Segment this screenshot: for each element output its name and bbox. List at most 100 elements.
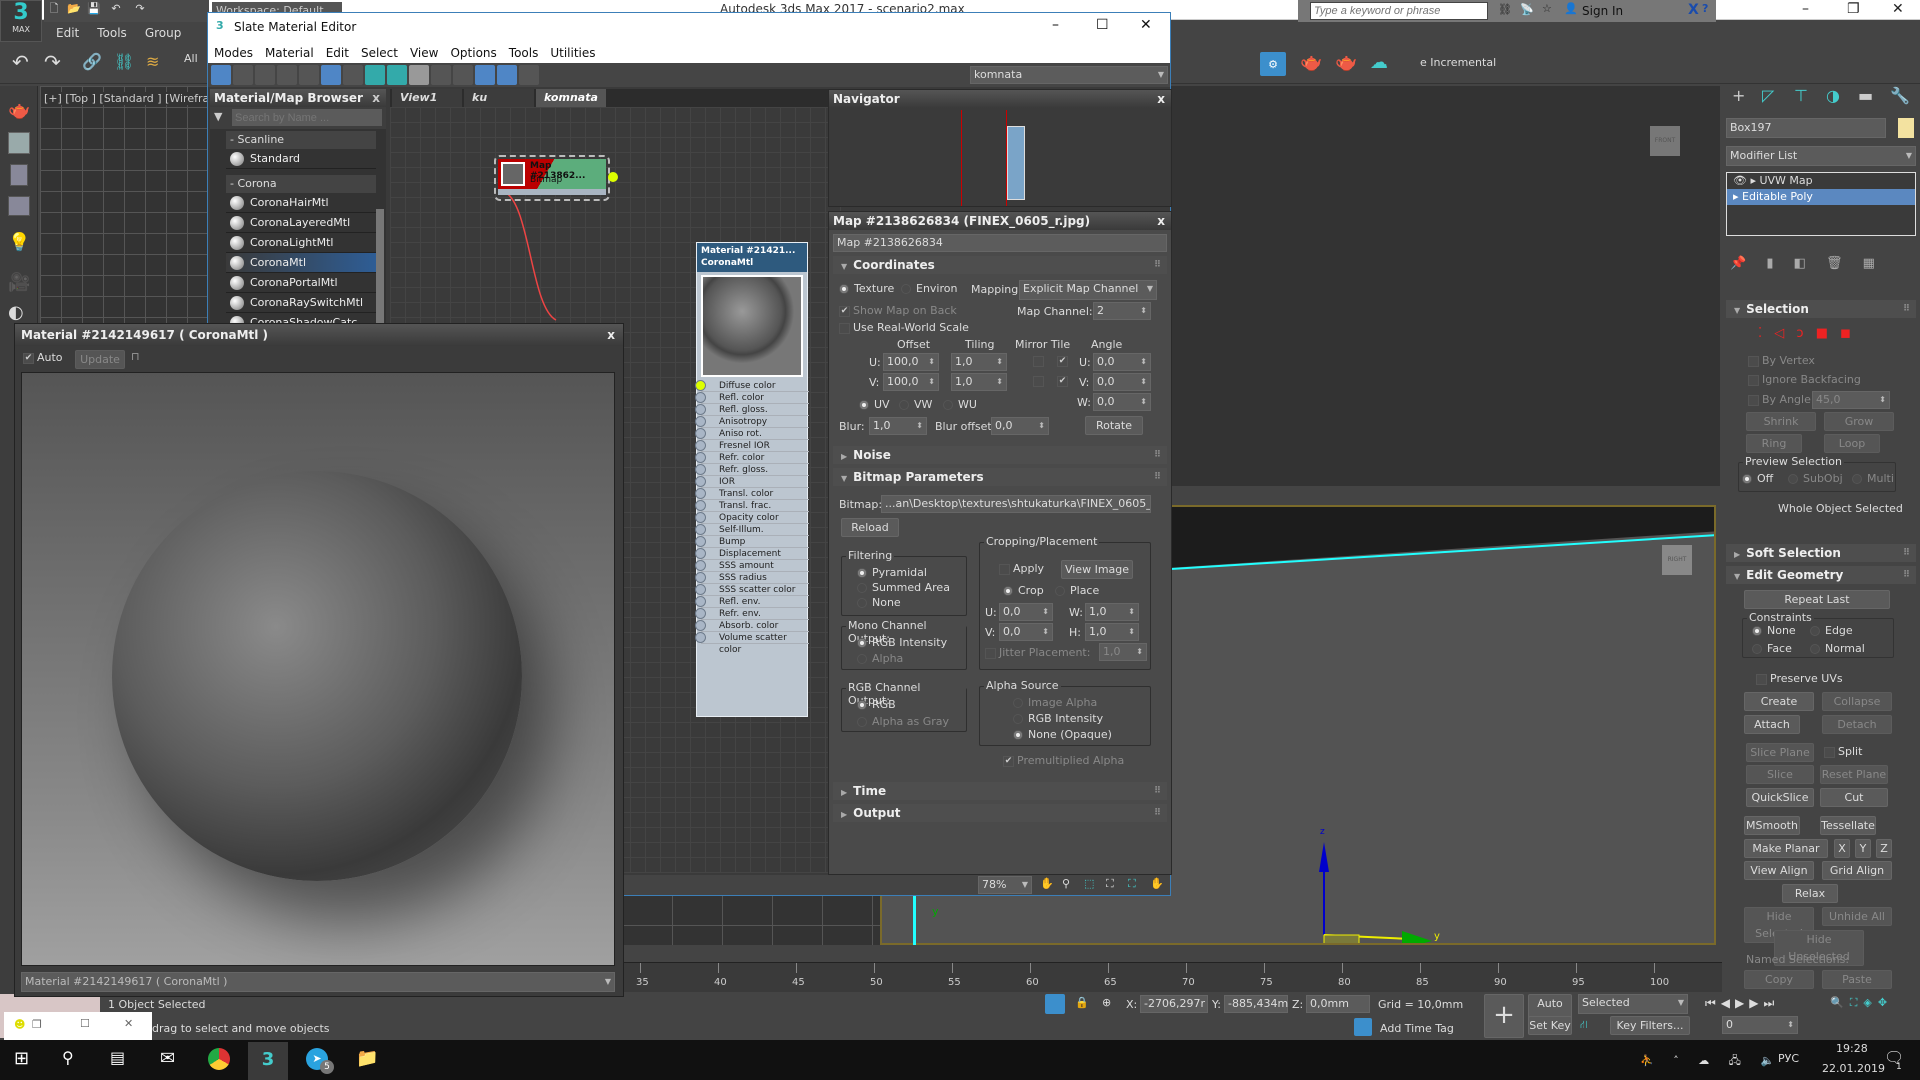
- viewport-nav-icons[interactable]: 🔍⛶◈✥: [1830, 996, 1893, 1010]
- slot-socket[interactable]: [695, 620, 706, 631]
- satellite-icon[interactable]: 📡: [1520, 3, 1534, 16]
- isolate-icon[interactable]: [1045, 994, 1065, 1014]
- put-to-scene-icon[interactable]: [255, 65, 275, 85]
- border-icon[interactable]: ↄ: [1796, 326, 1803, 341]
- material-slot[interactable]: Transl. color: [695, 488, 809, 500]
- time-tag-icon[interactable]: [1354, 1018, 1372, 1036]
- set-key-button[interactable]: Set Key: [1528, 1016, 1572, 1035]
- sign-in-link[interactable]: Sign In: [1582, 4, 1623, 18]
- browser-item[interactable]: Standard: [226, 149, 376, 169]
- map-output-socket[interactable]: [608, 172, 618, 182]
- slot-socket[interactable]: [695, 608, 706, 619]
- vertex-icon[interactable]: ⁚: [1758, 326, 1762, 341]
- paste-button[interactable]: Paste: [1822, 970, 1892, 989]
- start-button[interactable]: ⊞: [14, 1048, 29, 1069]
- time-rollout[interactable]: ▶ Time ⠿: [833, 782, 1167, 800]
- ignore-backfacing-checkbox[interactable]: Ignore Backfacing: [1748, 373, 1861, 386]
- max-logo[interactable]: 3 MAX: [0, 0, 42, 42]
- stack-item-editable-poly[interactable]: ▸ Editable Poly: [1727, 189, 1915, 205]
- material-slot[interactable]: Opacity color: [695, 512, 809, 524]
- material-slot[interactable]: IOR: [695, 476, 809, 488]
- slice-button[interactable]: Slice: [1746, 765, 1814, 784]
- tile-v-checkbox[interactable]: ✔: [1057, 376, 1068, 387]
- place-radio[interactable]: Place: [1055, 584, 1099, 597]
- material-slot[interactable]: Transl. frac.: [695, 500, 809, 512]
- file-explorer-icon[interactable]: 📁: [356, 1048, 378, 1069]
- slot-socket[interactable]: [695, 476, 706, 487]
- menu-modes[interactable]: Modes: [214, 46, 253, 60]
- soft-selection-rollout[interactable]: ▶ Soft Selection ⠿: [1726, 544, 1916, 562]
- absolute-mode-icon[interactable]: ⊕: [1102, 996, 1111, 1009]
- rgb-radio[interactable]: RGB: [857, 698, 896, 711]
- add-time-tag[interactable]: Add Time Tag: [1380, 1022, 1454, 1035]
- key-filters-button[interactable]: Key Filters...: [1610, 1016, 1690, 1035]
- modifier-list-dropdown[interactable]: Modifier List ▼: [1726, 146, 1916, 166]
- clock-time[interactable]: 19:28: [1836, 1042, 1868, 1055]
- viewcube-front[interactable]: FRONT: [1650, 126, 1680, 156]
- slot-socket[interactable]: [695, 404, 706, 415]
- angle-w-field[interactable]: 0,0 ⬍: [1093, 393, 1151, 411]
- link-icon[interactable]: 🔗: [82, 52, 102, 71]
- light-icon[interactable]: 💡: [8, 232, 30, 253]
- stack-item-uvw-map[interactable]: 👁 ▸ UVW Map: [1727, 173, 1915, 189]
- material-slot[interactable]: SSS radius: [695, 572, 809, 584]
- none-opaque-radio[interactable]: None (Opaque): [1013, 728, 1112, 741]
- by-vertex-checkbox[interactable]: By Vertex: [1748, 354, 1815, 367]
- layout-children-icon[interactable]: [453, 65, 473, 85]
- slate-maximize-button[interactable]: ☐: [1096, 17, 1109, 33]
- hierarchy-tab-icon[interactable]: ⊤: [1794, 86, 1808, 105]
- slot-socket[interactable]: [695, 536, 706, 547]
- auto-checkbox[interactable]: ✔ Auto: [23, 351, 63, 364]
- display-tab-icon[interactable]: ▬: [1858, 86, 1873, 105]
- blur-field[interactable]: 1,0 ⬍: [869, 417, 927, 435]
- move-children-icon[interactable]: [321, 65, 341, 85]
- delete-icon[interactable]: [299, 65, 319, 85]
- edge-icon[interactable]: ◁: [1774, 326, 1784, 341]
- open-icon[interactable]: 📂: [64, 2, 84, 15]
- utilities-tab-icon[interactable]: 🔧: [1890, 86, 1910, 105]
- edit-geometry-rollout[interactable]: ▼ Edit Geometry ⠿: [1726, 566, 1916, 584]
- render-frame-window-icon[interactable]: [8, 132, 30, 154]
- menu-select[interactable]: Select: [361, 46, 398, 60]
- quickslice-button[interactable]: QuickSlice: [1746, 788, 1814, 807]
- rotate-button[interactable]: Rotate: [1085, 416, 1143, 435]
- element-icon[interactable]: ◼: [1840, 326, 1851, 341]
- chrome-icon[interactable]: [208, 1048, 230, 1070]
- make-planar-button[interactable]: Make Planar: [1744, 839, 1828, 858]
- slot-socket[interactable]: [695, 416, 706, 427]
- material-slot[interactable]: Bump: [695, 536, 809, 548]
- assign-material-icon[interactable]: [277, 65, 297, 85]
- crop-u-field[interactable]: 0,0 ⬍: [999, 603, 1053, 621]
- create-teapot-icon[interactable]: 🫖: [8, 100, 30, 121]
- menu-options[interactable]: Options: [450, 46, 496, 60]
- tile-u-checkbox[interactable]: ✔: [1057, 356, 1068, 367]
- material-slot[interactable]: Refl. gloss.: [695, 404, 809, 416]
- mirror-u-checkbox[interactable]: [1033, 356, 1044, 367]
- texture-radio[interactable]: Texture: [839, 282, 894, 295]
- mirror-v-checkbox[interactable]: [1033, 376, 1044, 387]
- menu-material[interactable]: Material: [265, 46, 314, 60]
- slot-socket[interactable]: [695, 500, 706, 511]
- exchange-icon[interactable]: X: [1688, 2, 1699, 18]
- viewcube-right[interactable]: RIGHT: [1662, 545, 1692, 575]
- pan-to-selected-icon[interactable]: ✋: [1150, 877, 1164, 890]
- repeat-last-button[interactable]: Repeat Last: [1744, 590, 1890, 609]
- pick-material-icon[interactable]: [233, 65, 253, 85]
- browser-search-input[interactable]: [232, 109, 382, 126]
- pan-icon[interactable]: ✋: [1040, 877, 1054, 890]
- loop-button[interactable]: Loop: [1824, 434, 1880, 453]
- view-image-button[interactable]: View Image: [1061, 560, 1133, 579]
- eye-icon[interactable]: 👁: [1733, 174, 1747, 187]
- alpha-rgb-intensity-radio[interactable]: RGB Intensity: [1013, 712, 1103, 725]
- view-dropdown[interactable]: komnata ▼: [970, 66, 1168, 84]
- restore-icon[interactable]: ❐: [32, 1018, 42, 1031]
- menu-tools[interactable]: Tools: [509, 46, 539, 60]
- material-preview-dropdown[interactable]: Material #2142149617 ( CoronaMtl ) ▼: [21, 972, 615, 992]
- menu-tools[interactable]: Tools: [97, 26, 127, 40]
- slate-close-button[interactable]: ✕: [1140, 17, 1152, 33]
- tray-icons[interactable]: ⛹ ˄ ☁ 🖧 🔈: [1640, 1052, 1782, 1071]
- slot-socket[interactable]: [695, 572, 706, 583]
- viewport-camera-icon[interactable]: ◐: [8, 302, 24, 323]
- offset-u-field[interactable]: 100,0 ⬍: [883, 353, 939, 371]
- zoom-extents-icon[interactable]: ⛶: [1106, 877, 1114, 891]
